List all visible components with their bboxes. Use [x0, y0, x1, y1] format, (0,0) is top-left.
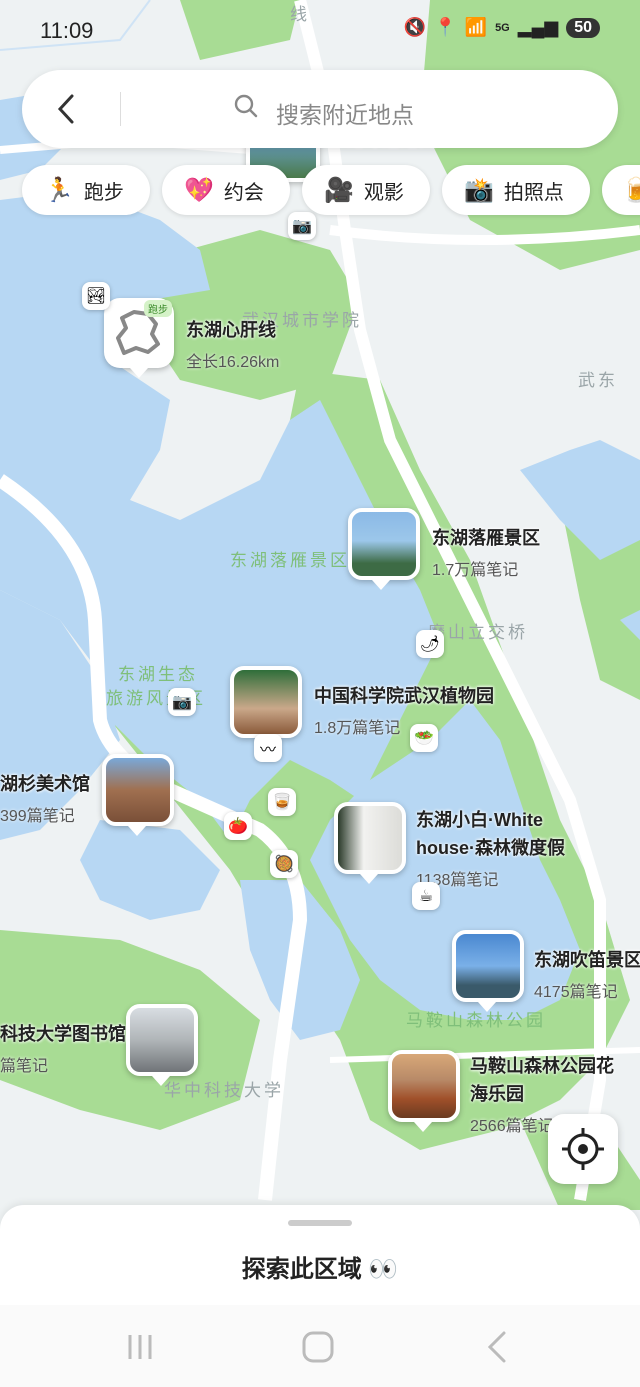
signal-icon: ▂▄▆: [517, 17, 559, 37]
poi-name-white-house-1: 东湖小白·White: [416, 810, 543, 830]
bottom-sheet[interactable]: 探索此区域 👀: [0, 1205, 640, 1305]
location-icon: 📍: [434, 17, 457, 37]
chip-bar[interactable]: 🍺: [602, 165, 640, 215]
network-label: 5G: [495, 21, 510, 34]
chip-label: 约会: [223, 181, 264, 204]
poi-thumbnail-chuidi[interactable]: [452, 930, 524, 1002]
poi-name-luoyan: 东湖落雁景区: [432, 528, 540, 548]
poi-tail: [128, 826, 146, 836]
food-pin-icon[interactable]: 🍅: [224, 812, 252, 840]
poi-name-botanical: 中国科学院武汉植物园: [314, 686, 494, 706]
poi-thumbnail-library[interactable]: [126, 1004, 198, 1076]
map-label-wudong: 武东: [578, 371, 618, 390]
landscape-pin-icon[interactable]: 🏞: [82, 282, 110, 310]
runner-icon: 🏃: [44, 176, 74, 204]
poi-count-flower-park: 2566篇笔记: [470, 1118, 554, 1135]
food-pin-icon[interactable]: 🥗: [410, 724, 438, 752]
status-icons: 🔇 📍 📶 5G ▂▄▆ 50: [404, 17, 600, 38]
mute-icon: 🔇: [403, 17, 427, 37]
poi-name-library: 科技大学图书馆: [0, 1024, 126, 1044]
poi-name-flower-park-2: 海乐园: [470, 1084, 524, 1104]
poi-thumbnail-luoyan[interactable]: [348, 508, 420, 580]
category-chips: 🏃 跑步 💖 约会 🎥 观影 📸 拍照点 🍺: [22, 165, 640, 217]
poi-thumbnail-art-museum[interactable]: [102, 754, 174, 826]
poi-tail: [478, 1002, 496, 1012]
coffee-pin-icon[interactable]: ☕: [412, 882, 440, 910]
chip-label: 跑步: [83, 181, 124, 204]
chevron-left-icon: [57, 94, 74, 124]
route-length: 全长16.26km: [186, 354, 280, 371]
wifi-icon: 📶: [464, 17, 488, 37]
camera-pin-icon[interactable]: 📷: [168, 688, 196, 716]
poi-name-chuidi: 东湖吹笛景区: [534, 950, 640, 970]
search-divider: [120, 92, 121, 126]
film-camera-icon: 🎥: [324, 176, 354, 204]
poi-count-art-museum: 399篇笔记: [0, 808, 75, 825]
beer-icon: 🍺: [622, 176, 640, 204]
back-button[interactable]: [50, 90, 84, 128]
poi-name-art-museum: 湖杉美术馆: [0, 774, 90, 794]
route-card-tail: [130, 368, 148, 378]
poi-tail: [372, 580, 390, 590]
explore-area-button[interactable]: 探索此区域 👀: [0, 1249, 640, 1284]
crosshair-icon: [562, 1128, 604, 1170]
search-icon: [234, 94, 258, 118]
chili-pin-icon[interactable]: 🌶: [416, 630, 444, 658]
chip-running[interactable]: 🏃 跑步: [22, 165, 150, 215]
chip-label: 观影: [363, 181, 404, 204]
poi-count-botanical: 1.8万篇笔记: [314, 720, 401, 737]
poi-count-luoyan: 1.7万篇笔记: [432, 562, 519, 579]
poi-tail: [360, 874, 378, 884]
food-pin-icon[interactable]: 🥘: [270, 850, 298, 878]
route-pin-icon[interactable]: 〰: [254, 734, 282, 762]
battery-indicator: 50: [566, 17, 600, 38]
home-icon[interactable]: [298, 1327, 338, 1367]
chip-date[interactable]: 💖 约会: [162, 165, 290, 215]
poi-count-chuidi: 4175篇笔记: [534, 984, 618, 1001]
poi-thumbnail-white-house[interactable]: [334, 802, 406, 874]
poi-count-library: 篇笔记: [0, 1058, 49, 1075]
system-nav-bar: [0, 1305, 640, 1387]
search-bar[interactable]: 搜索附近地点: [22, 70, 618, 148]
status-bar: 11:09 🔇 📍 📶 5G ▂▄▆ 50: [0, 0, 640, 62]
camera-icon: 📸: [464, 176, 494, 204]
poi-tail: [414, 1122, 432, 1132]
poi-thumbnail-flower-park[interactable]: [388, 1050, 460, 1122]
poi-tail: [152, 1076, 170, 1086]
route-badge: 跑步: [144, 300, 172, 317]
map-label-eco-1: 东湖生态: [118, 665, 198, 684]
status-time: 11:09: [40, 18, 94, 43]
recent-apps-icon[interactable]: [120, 1327, 160, 1367]
chip-photo-spot[interactable]: 📸 拍照点: [442, 165, 590, 215]
map-label-luoyan: 东湖落雁景区: [230, 551, 350, 570]
back-nav-icon[interactable]: [478, 1327, 518, 1367]
route-card[interactable]: 跑步: [104, 298, 174, 368]
poi-thumbnail-botanical[interactable]: [230, 666, 302, 738]
route-name: 东湖心肝线: [186, 320, 276, 340]
map-label-hust: 华中科技大学: [164, 1081, 284, 1100]
drink-pin-icon[interactable]: 🥃: [268, 788, 296, 816]
map-label-maanshan: 马鞍山森林公园: [406, 1011, 546, 1030]
locate-button[interactable]: [548, 1114, 618, 1184]
poi-name-white-house-2: house·森林微度假: [416, 838, 566, 858]
search-input[interactable]: 搜索附近地点: [276, 96, 414, 130]
poi-name-flower-park-1: 马鞍山森林公园花: [470, 1056, 614, 1076]
chip-label: 拍照点: [503, 181, 564, 204]
chip-movie[interactable]: 🎥 观影: [302, 165, 430, 215]
heart-icon: 💖: [184, 176, 214, 204]
sheet-drag-handle[interactable]: [288, 1220, 352, 1226]
